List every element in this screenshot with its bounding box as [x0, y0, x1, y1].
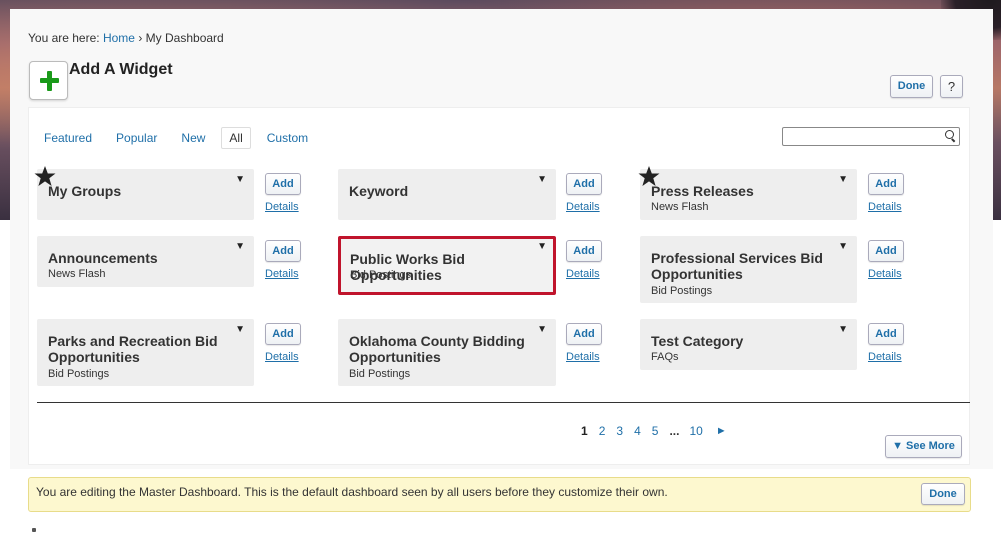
- card-menu-icon[interactable]: ▼: [235, 241, 245, 252]
- widget-title: My Groups: [48, 183, 122, 199]
- breadcrumb: You are here: Home › My Dashboard: [28, 31, 224, 45]
- featured-star-icon: [638, 166, 660, 186]
- details-link[interactable]: Details: [265, 268, 299, 280]
- widget-card-my-groups[interactable]: My Groups ▼: [37, 169, 254, 220]
- details-link[interactable]: Details: [868, 268, 902, 280]
- divider: [37, 402, 970, 403]
- notice-banner: You are editing the Master Dashboard. Th…: [28, 477, 971, 512]
- widget-subtitle: FAQs: [651, 351, 679, 363]
- page-link-5[interactable]: 5: [652, 424, 659, 438]
- widget-card-parks-and-recreation-bid-opportunities[interactable]: Parks and Recreation Bid Opportunities B…: [37, 319, 254, 386]
- add-button[interactable]: Add: [868, 240, 904, 262]
- search-icon[interactable]: [944, 130, 956, 143]
- see-more-button[interactable]: ▼ See More: [885, 435, 962, 458]
- breadcrumb-home-link[interactable]: Home: [103, 31, 135, 45]
- widget-title: Test Category: [651, 333, 744, 349]
- details-link[interactable]: Details: [566, 268, 600, 280]
- details-link[interactable]: Details: [265, 351, 299, 363]
- details-link[interactable]: Details: [265, 201, 299, 213]
- card-menu-icon[interactable]: ▼: [537, 241, 547, 252]
- help-button[interactable]: ?: [940, 75, 963, 98]
- breadcrumb-prefix: You are here:: [28, 31, 100, 45]
- details-link[interactable]: Details: [868, 351, 902, 363]
- tab-new[interactable]: New: [173, 127, 213, 149]
- notice-done-button[interactable]: Done: [921, 483, 965, 505]
- add-button[interactable]: Add: [566, 173, 602, 195]
- next-page-icon[interactable]: ►: [716, 425, 727, 437]
- page-link-2[interactable]: 2: [599, 424, 606, 438]
- notice-text: You are editing the Master Dashboard. Th…: [36, 485, 668, 499]
- tab-popular[interactable]: Popular: [108, 127, 165, 149]
- widget-title: Announcements: [48, 250, 158, 266]
- widget-card-oklahoma-county-bidding-opportunities[interactable]: Oklahoma County Bidding Opportunities Bi…: [338, 319, 556, 386]
- add-widget-button[interactable]: [29, 61, 68, 100]
- widget-card-press-releases[interactable]: Press Releases News Flash ▼: [640, 169, 857, 220]
- widget-subtitle: News Flash: [48, 268, 106, 280]
- widget-subtitle: Bid Postings: [350, 269, 412, 281]
- tab-custom[interactable]: Custom: [259, 127, 316, 149]
- done-button[interactable]: Done: [890, 75, 933, 98]
- filter-tabs: Featured Popular New All Custom: [36, 127, 324, 149]
- widget-card-public-works-bid-opportunities[interactable]: Public Works Bid Opportunities Bid Posti…: [338, 236, 556, 295]
- add-button[interactable]: Add: [265, 240, 301, 262]
- details-link[interactable]: Details: [566, 201, 600, 213]
- widget-card-announcements[interactable]: Announcements News Flash ▼: [37, 236, 254, 287]
- add-button[interactable]: Add: [868, 323, 904, 345]
- tab-featured[interactable]: Featured: [36, 127, 100, 149]
- widget-card-keyword[interactable]: Keyword ▼: [338, 169, 556, 220]
- card-menu-icon[interactable]: ▼: [838, 241, 848, 252]
- widget-subtitle: Bid Postings: [349, 368, 411, 380]
- featured-star-icon: [34, 166, 56, 186]
- add-button[interactable]: Add: [566, 323, 602, 345]
- page-title: Add A Widget: [69, 61, 173, 78]
- add-button[interactable]: Add: [265, 173, 301, 195]
- add-button[interactable]: Add: [566, 240, 602, 262]
- page-link-4[interactable]: 4: [634, 424, 641, 438]
- widget-subtitle: News Flash: [651, 201, 709, 213]
- widget-subtitle: Bid Postings: [48, 368, 110, 380]
- add-button[interactable]: Add: [868, 173, 904, 195]
- card-menu-icon[interactable]: ▼: [838, 174, 848, 185]
- widget-title: Oklahoma County Bidding Opportunities: [349, 333, 525, 365]
- widget-title: Professional Services Bid Opportunities: [651, 250, 823, 282]
- pagination: 1 2 3 4 5 ... 10 ►: [581, 424, 727, 438]
- page-link-1[interactable]: 1: [581, 424, 588, 438]
- widget-title: Keyword: [349, 183, 409, 199]
- widget-card-professional-services-bid-opportunities[interactable]: Professional Services Bid Opportunities …: [640, 236, 857, 303]
- search-input[interactable]: [782, 127, 960, 146]
- page-link-3[interactable]: 3: [616, 424, 623, 438]
- breadcrumb-current: My Dashboard: [145, 31, 224, 45]
- widget-title: Parks and Recreation Bid Opportunities: [48, 333, 218, 365]
- tab-all[interactable]: All: [221, 127, 251, 149]
- page-link-10[interactable]: 10: [689, 424, 702, 438]
- details-link[interactable]: Details: [868, 201, 902, 213]
- card-menu-icon[interactable]: ▼: [537, 174, 547, 185]
- details-link[interactable]: Details: [566, 351, 600, 363]
- decorative-mark: [32, 528, 36, 532]
- page-ellipsis: ...: [669, 424, 680, 438]
- widget-title: Press Releases: [651, 183, 754, 199]
- card-menu-icon[interactable]: ▼: [537, 324, 547, 335]
- card-menu-icon[interactable]: ▼: [235, 174, 245, 185]
- breadcrumb-separator: ›: [138, 31, 143, 45]
- card-menu-icon[interactable]: ▼: [235, 324, 245, 335]
- widget-card-test-category[interactable]: Test Category FAQs ▼: [640, 319, 857, 370]
- add-button[interactable]: Add: [265, 323, 301, 345]
- card-menu-icon[interactable]: ▼: [838, 324, 848, 335]
- widget-subtitle: Bid Postings: [651, 285, 713, 297]
